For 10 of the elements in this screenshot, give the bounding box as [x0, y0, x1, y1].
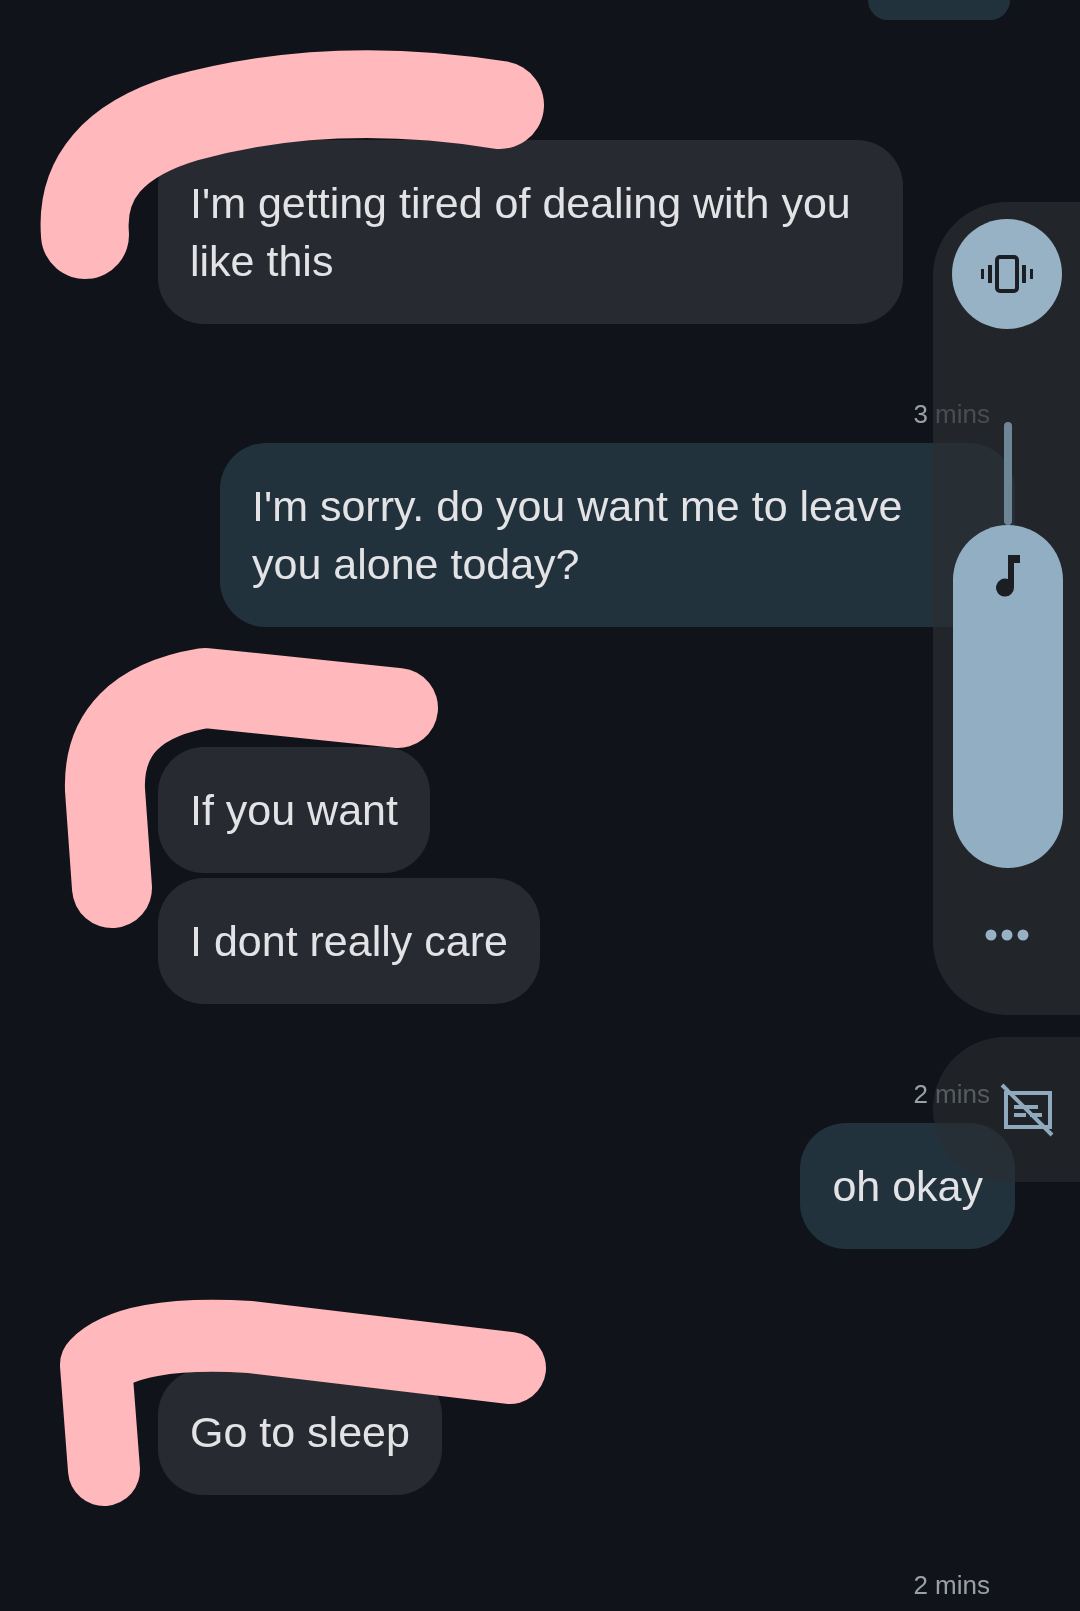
received-message: I dont really care — [158, 878, 540, 1004]
sent-message: oh okay — [800, 1123, 1015, 1249]
received-message: If you want — [158, 747, 430, 873]
volume-slider[interactable] — [953, 422, 1063, 868]
message-time: 2 mins — [913, 1079, 990, 1109]
received-message: I'm getting tired of dealing with you like this — [158, 140, 903, 324]
vibrate-icon — [978, 254, 1036, 294]
message-time: 2 mins — [913, 1570, 990, 1600]
received-message: Go to sleep — [158, 1369, 442, 1495]
more-icon — [985, 929, 1029, 941]
